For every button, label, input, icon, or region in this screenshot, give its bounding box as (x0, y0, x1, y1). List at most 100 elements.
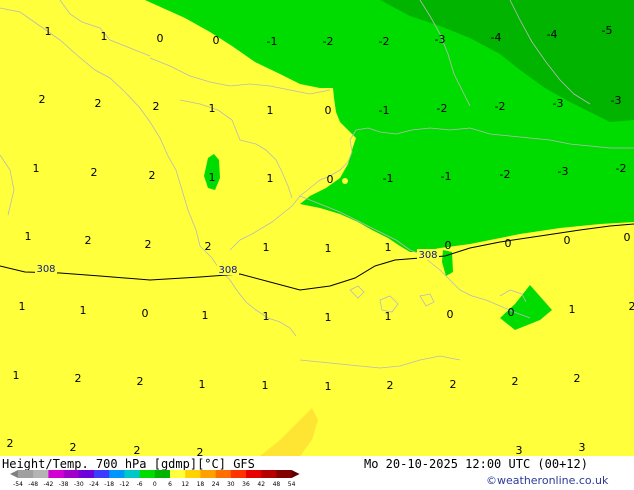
contour-label: 308 (36, 264, 55, 275)
temperature-label: -1 (441, 170, 452, 183)
temperature-label: 0 (157, 32, 164, 45)
temperature-label: 0 (508, 306, 515, 319)
temperature-label: 1 (199, 378, 206, 391)
color-scale-tick: -42 (43, 481, 53, 488)
color-scale-tick: 12 (181, 481, 189, 488)
contour-label: 308 (418, 250, 437, 261)
temperature-label: 2 (70, 441, 77, 454)
temperature-label: 2 (574, 372, 581, 385)
temperature-label: 1 (262, 379, 269, 392)
color-scale-block (48, 470, 64, 478)
color-scale-tick: 30 (227, 481, 235, 488)
temperature-label: 1 (267, 104, 274, 117)
temperature-label: -3 (553, 97, 564, 110)
temperature-label: 0 (213, 34, 220, 47)
temperature-label: 1 (13, 369, 20, 382)
temperature-label: 2 (512, 375, 519, 388)
temperature-label: 1 (19, 300, 26, 313)
color-scale-block (33, 470, 49, 478)
temperature-label: 0 (325, 104, 332, 117)
temperature-label: 0 (445, 239, 452, 252)
temperature-label: 1 (25, 230, 32, 243)
temperature-label: 1 (385, 241, 392, 254)
color-scale-block (185, 470, 201, 478)
temperature-label: 2 (629, 300, 634, 313)
temperature-label: 1 (569, 303, 576, 316)
temperature-label: -5 (602, 24, 613, 37)
color-scale-tick: -24 (89, 481, 99, 488)
temperature-label: 1 (325, 311, 332, 324)
color-scale-tick: -6 (137, 481, 143, 488)
temperature-label: 2 (39, 93, 46, 106)
temperature-label: -1 (267, 35, 278, 48)
temperature-label: -2 (379, 35, 390, 48)
temperature-label: 2 (387, 379, 394, 392)
temperature-label: 1 (209, 171, 216, 184)
temperature-label: 2 (75, 372, 82, 385)
temperature-label: -4 (547, 28, 558, 41)
color-scale-tick: 36 (242, 481, 250, 488)
color-scale-tick: 18 (197, 481, 205, 488)
color-scale-tick: -18 (104, 481, 114, 488)
color-scale-block (230, 470, 247, 478)
temperature-label: 1 (263, 310, 270, 323)
color-scale-block (200, 470, 216, 478)
color-scale-block (109, 470, 125, 478)
color-scale-block (78, 470, 95, 478)
temperature-label: 2 (137, 375, 144, 388)
map-title: Height/Temp. 700 hPa [gdmp][°C] GFS (2, 457, 255, 471)
temperature-label: -2 (495, 100, 506, 113)
temperature-label: -2 (437, 102, 448, 115)
temperature-label: 1 (101, 30, 108, 43)
temperature-label: 2 (450, 378, 457, 391)
temperature-label: 2 (149, 169, 156, 182)
temperature-label: -1 (379, 104, 390, 117)
temperature-label: 0 (624, 231, 631, 244)
temperature-label: 2 (145, 238, 152, 251)
color-scale-tick: 24 (212, 481, 220, 488)
temperature-label: 0 (142, 307, 149, 320)
map-footer: Height/Temp. 700 hPa [gdmp][°C] GFS Mo 2… (0, 456, 634, 490)
temperature-label: -3 (558, 165, 569, 178)
valid-time: Mo 20-10-2025 12:00 UTC (00+12) (364, 457, 588, 471)
temperature-label: 1 (385, 310, 392, 323)
temperature-label: 2 (153, 100, 160, 113)
color-scale-tick: 0 (153, 481, 157, 488)
color-scale-block (170, 470, 186, 478)
temperature-label: 1 (267, 172, 274, 185)
color-scale-tick: -38 (59, 481, 69, 488)
color-scale-block (261, 470, 277, 478)
color-scale-tick: 48 (273, 481, 281, 488)
color-scale: -54 -48 -42 -38 -30 -24 -18 -12 -6 0 6 12 18 24 30 36 42… (10, 470, 300, 488)
temperature-label: 2 (85, 234, 92, 247)
color-scale-tick: -12 (119, 481, 129, 488)
temperature-label: 3 (579, 441, 586, 454)
color-scale-block (139, 470, 156, 478)
temperature-label: 0 (327, 173, 334, 186)
color-scale-block (94, 470, 110, 478)
color-scale-tick: -30 (74, 481, 84, 488)
color-scale-tick: 42 (257, 481, 265, 488)
credit-link[interactable]: ©weatheronline.co.uk (486, 474, 608, 487)
temperature-label: 1 (263, 241, 270, 254)
weather-map: 1 1 0 0 -1 -2 -2 -3 -4 -4 -5 2 2 2 1 1 0 -1 -2 -2 -3 -3 1 2 2 1 1 0… (0, 0, 634, 459)
temperature-label: 2 (205, 240, 212, 253)
temperature-label: 1 (209, 102, 216, 115)
temperature-label: 1 (45, 25, 52, 38)
temperature-label: 1 (202, 309, 209, 322)
temperature-label: 2 (7, 437, 14, 450)
color-scale-tick: -54 (13, 481, 23, 488)
color-scale-block (215, 470, 232, 478)
temperature-label: 0 (564, 234, 571, 247)
temperature-label: -3 (611, 94, 622, 107)
color-scale-block (276, 470, 292, 478)
color-scale-tick: 54 (288, 481, 296, 488)
temperature-label: 0 (505, 237, 512, 250)
color-scale-tick: 6 (168, 481, 172, 488)
temperature-label: -2 (616, 162, 627, 175)
temperature-label: -2 (500, 168, 511, 181)
temperature-label: -1 (383, 172, 394, 185)
temperature-label: 0 (447, 308, 454, 321)
color-scale-block (63, 470, 80, 478)
temperature-label: 1 (325, 380, 332, 393)
